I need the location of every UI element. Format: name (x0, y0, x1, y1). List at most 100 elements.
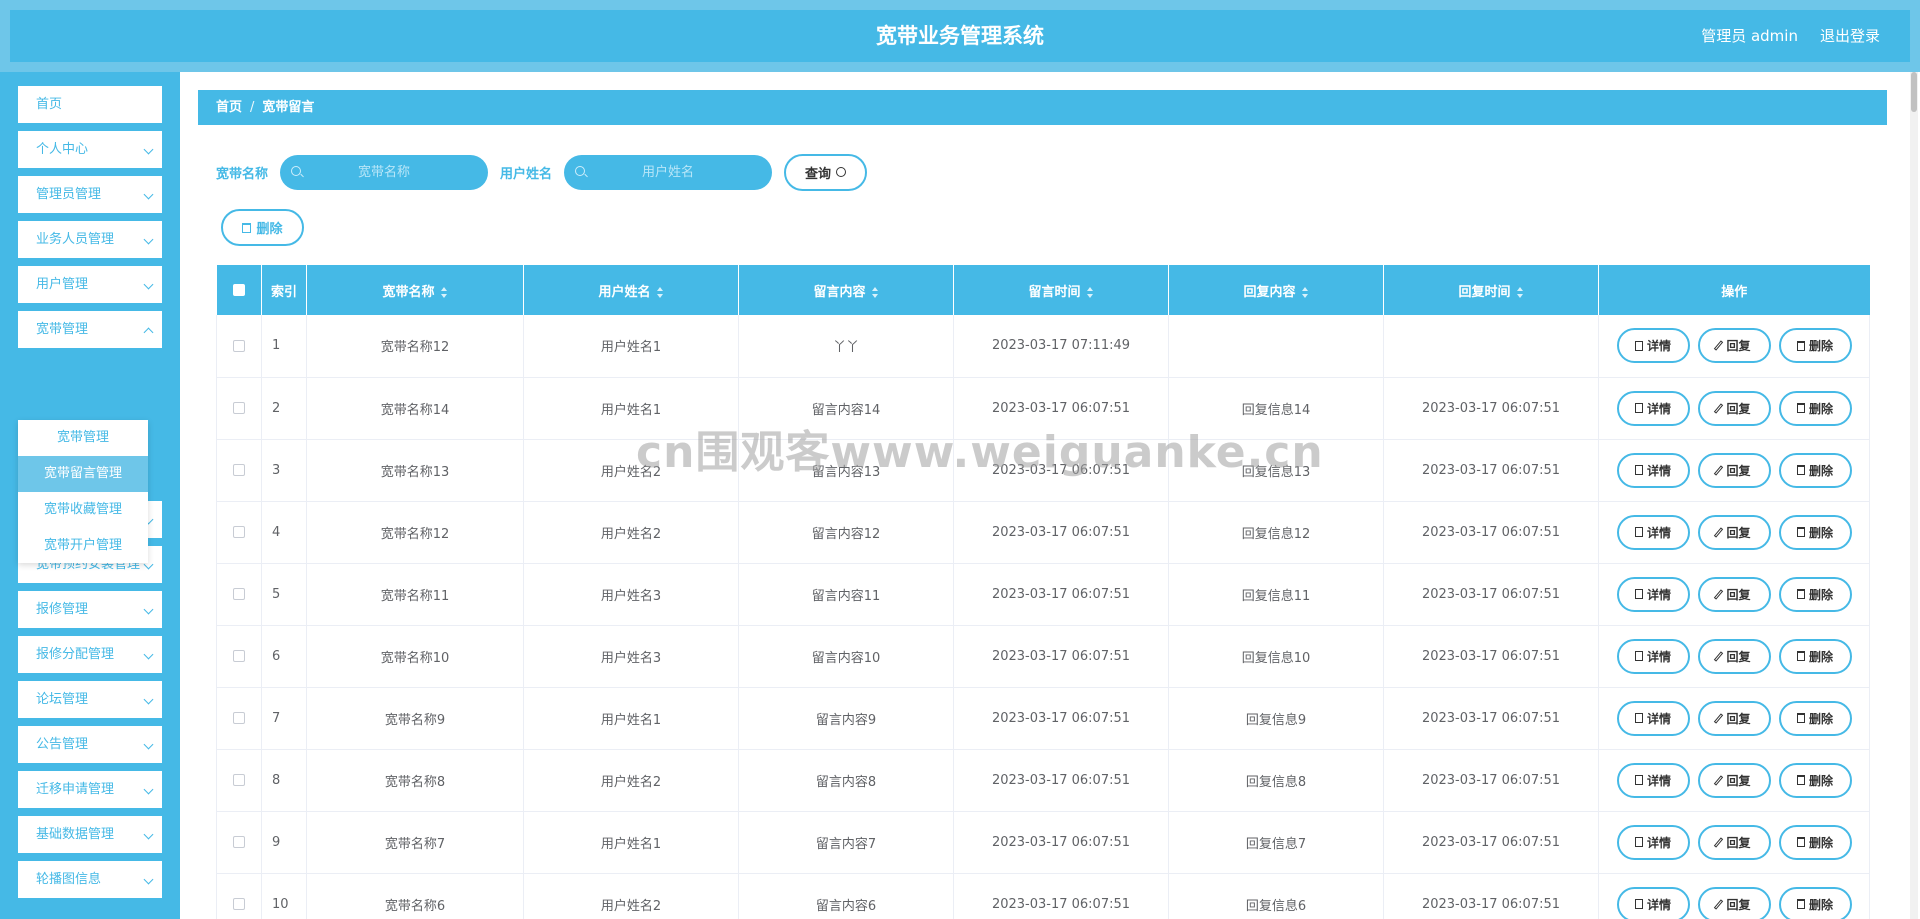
sidebar-item-announcement-management[interactable]: 公告管理 (18, 726, 162, 763)
cell-user-name: 用户姓名2 (523, 749, 739, 812)
submenu-item-broadband-favorites[interactable]: 宽带收藏管理 (18, 492, 148, 528)
detail-button[interactable]: 详情 (1616, 762, 1690, 798)
column-header-reply-content[interactable]: 回复内容 (1168, 265, 1384, 315)
sidebar-item-repair-management[interactable]: 报修管理 (18, 591, 162, 628)
cell-message-content: 留言内容11 (738, 563, 954, 626)
cell-message-time: 2023-03-17 06:07:51 (953, 749, 1169, 812)
admin-user-label[interactable]: 管理员 admin (1701, 10, 1798, 62)
bulk-delete-button[interactable]: 删除 (221, 209, 304, 246)
bulk-delete-label: 删除 (256, 222, 283, 237)
detail-button[interactable]: 详情 (1616, 328, 1690, 364)
delete-button[interactable]: 删除 (1778, 824, 1852, 860)
scrollbar-thumb[interactable] (1911, 72, 1917, 112)
column-header-reply-time[interactable]: 回复时间 (1383, 265, 1599, 315)
sidebar-item-label: 宽带管理 (36, 322, 89, 337)
delete-button[interactable]: 删除 (1778, 638, 1852, 674)
row-checkbox[interactable] (233, 464, 245, 476)
submenu-item-broadband-accounts[interactable]: 宽带开户管理 (18, 528, 148, 564)
cell-reply-time: 2023-03-17 06:07:51 (1383, 749, 1599, 812)
row-checkbox[interactable] (233, 774, 245, 786)
query-button[interactable]: 查询 (784, 153, 868, 191)
submenu-item-broadband-management[interactable]: 宽带管理 (18, 420, 148, 456)
broadband-name-input[interactable] (280, 154, 489, 190)
page-scrollbar[interactable] (1910, 72, 1918, 919)
user-name-input[interactable] (564, 154, 773, 190)
delete-button[interactable]: 删除 (1778, 452, 1852, 488)
sort-icon[interactable] (656, 286, 664, 298)
sidebar-item-admin-management[interactable]: 管理员管理 (18, 176, 162, 213)
sort-icon[interactable] (1301, 286, 1309, 298)
select-all-checkbox[interactable] (232, 284, 245, 296)
reply-button[interactable]: 回复 (1697, 638, 1771, 674)
sort-icon[interactable] (871, 286, 879, 298)
delete-button[interactable]: 删除 (1778, 390, 1852, 426)
detail-button[interactable]: 详情 (1616, 452, 1690, 488)
reply-button[interactable]: 回复 (1697, 390, 1771, 426)
sidebar-item-carousel-info[interactable]: 轮播图信息 (18, 861, 162, 898)
column-header-broadband-name[interactable]: 宽带名称 (306, 265, 524, 315)
detail-button[interactable]: 详情 (1616, 576, 1690, 612)
reply-button[interactable]: 回复 (1697, 452, 1771, 488)
delete-button[interactable]: 删除 (1778, 328, 1852, 364)
reply-button[interactable]: 回复 (1697, 886, 1771, 919)
breadcrumb-home[interactable]: 首页 (216, 100, 242, 115)
sidebar-item-forum-management[interactable]: 论坛管理 (18, 681, 162, 718)
detail-button[interactable]: 详情 (1616, 886, 1690, 919)
detail-button[interactable]: 详情 (1616, 824, 1690, 860)
column-header-message-content[interactable]: 留言内容 (738, 265, 954, 315)
document-icon (1634, 465, 1643, 475)
sidebar-item-staff-management[interactable]: 业务人员管理 (18, 221, 162, 258)
row-checkbox[interactable] (233, 712, 245, 724)
row-checkbox[interactable] (233, 650, 245, 662)
reply-button[interactable]: 回复 (1697, 824, 1771, 860)
delete-button[interactable]: 删除 (1778, 886, 1852, 919)
delete-button[interactable]: 删除 (1778, 576, 1852, 612)
row-checkbox[interactable] (233, 339, 245, 352)
detail-button[interactable]: 详情 (1616, 390, 1690, 426)
trash-icon (1796, 775, 1805, 785)
row-select-cell (216, 315, 262, 378)
row-checkbox[interactable] (233, 526, 245, 538)
reply-button[interactable]: 回复 (1697, 576, 1771, 612)
row-checkbox[interactable] (233, 402, 245, 414)
sidebar-item-repair-assignment[interactable]: 报修分配管理 (18, 636, 162, 673)
sidebar-item-personal-center[interactable]: 个人中心 (18, 131, 162, 168)
trash-icon (1796, 340, 1805, 351)
cell-user-name: 用户姓名1 (523, 811, 739, 874)
logout-button[interactable]: 退出登录 (1820, 10, 1880, 62)
sort-icon[interactable] (1086, 286, 1094, 298)
broadband-name-search-box[interactable] (280, 154, 489, 190)
sidebar-item-broadband-management[interactable]: 宽带管理 (18, 311, 162, 348)
reply-button[interactable]: 回复 (1697, 514, 1771, 550)
delete-button[interactable]: 删除 (1778, 762, 1852, 798)
detail-button[interactable]: 详情 (1616, 638, 1690, 674)
user-name-search-box[interactable] (564, 154, 773, 190)
cell-actions: 详情 回复 删除 (1598, 687, 1870, 750)
column-header-user-name[interactable]: 用户姓名 (523, 265, 739, 315)
sort-icon[interactable] (1516, 286, 1524, 298)
select-all-cell (216, 265, 262, 315)
reply-button[interactable]: 回复 (1697, 700, 1771, 736)
row-checkbox[interactable] (233, 836, 245, 848)
detail-button[interactable]: 详情 (1616, 700, 1690, 736)
cell-actions: 详情 回复 删除 (1598, 625, 1870, 688)
reply-button[interactable]: 回复 (1697, 328, 1771, 364)
row-checkbox[interactable] (233, 898, 245, 910)
query-button-label: 查询 (805, 166, 832, 182)
delete-button[interactable]: 删除 (1778, 700, 1852, 736)
document-icon (1634, 403, 1643, 413)
sidebar-item-migration-application[interactable]: 迁移申请管理 (18, 771, 162, 808)
sidebar-item-base-data-management[interactable]: 基础数据管理 (18, 816, 162, 853)
sort-icon[interactable] (440, 286, 448, 298)
submenu-item-broadband-messages[interactable]: 宽带留言管理 (18, 456, 148, 492)
sidebar-item-user-management[interactable]: 用户管理 (18, 266, 162, 303)
cell-user-name: 用户姓名2 (523, 439, 739, 502)
sidebar-item-home[interactable]: 首页 (18, 86, 162, 123)
row-select-cell (216, 811, 262, 874)
reply-button[interactable]: 回复 (1697, 762, 1771, 798)
column-header-message-time[interactable]: 留言时间 (953, 265, 1169, 315)
delete-button[interactable]: 删除 (1778, 514, 1852, 550)
detail-button[interactable]: 详情 (1616, 514, 1690, 550)
cell-message-content: 留言内容12 (738, 501, 954, 564)
row-checkbox[interactable] (233, 588, 245, 600)
